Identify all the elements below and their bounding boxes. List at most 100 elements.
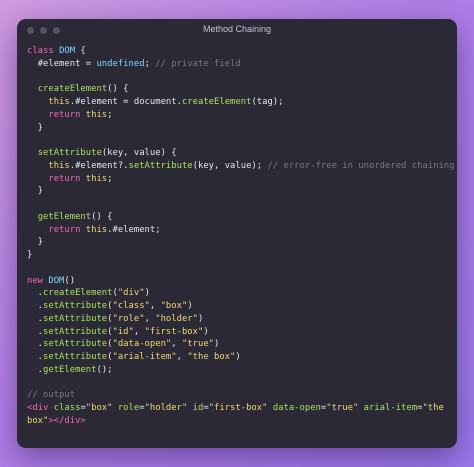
code-token: ) (198, 313, 204, 324)
code-token: new (27, 275, 44, 286)
code-token: setAttribute (43, 313, 108, 324)
code-token: "div" (117, 288, 145, 299)
code-line: } (27, 185, 451, 198)
code-line: } (27, 236, 451, 249)
code-token: this (48, 97, 70, 107)
code-token: this (85, 224, 108, 235)
code-token: . (27, 301, 44, 311)
code-line: .setAttribute("id", "first-box") (27, 326, 451, 339)
code-token: ; (107, 173, 113, 184)
code-line: .createElement("div") (27, 287, 451, 300)
code-token: getElement (43, 364, 97, 375)
code-line: #element = undefined; // private field (27, 58, 451, 71)
code-token: ; (144, 58, 156, 69)
code-line: getElement() { (27, 211, 451, 224)
code-token: this (48, 160, 70, 171)
code-token: createElement (37, 84, 108, 95)
code-token: setAttribute (37, 148, 102, 158)
code-line: return this.#element; (27, 224, 451, 237)
code-token: // error-free in unordered chaining (267, 160, 455, 171)
code-line: return this; (27, 173, 451, 186)
code-token: "class" (112, 301, 150, 311)
code-token: "holder" (155, 313, 198, 324)
code-line: new DOM() (27, 275, 451, 288)
code-token: role (117, 403, 140, 413)
code-token: createElement (43, 288, 113, 299)
code-token: (); (96, 364, 113, 375)
code-line: // output (27, 389, 451, 402)
window-title: Method Chaining (202, 24, 272, 34)
code-token: } (27, 122, 44, 133)
code-token: <div (27, 403, 49, 413)
code-token: . (27, 326, 44, 337)
code-token: undefined (96, 58, 145, 69)
code-token: setAttribute (43, 301, 108, 311)
code-block: class DOM { #element = undefined; // pri… (27, 45, 455, 428)
code-token: // output (27, 390, 76, 401)
code-line: .getElement(); (27, 364, 451, 377)
code-token: } (27, 250, 33, 260)
code-token: "true" (326, 403, 359, 413)
code-token: (key, value); (192, 160, 268, 171)
code-line: .setAttribute("arial-item", "the box") (27, 351, 451, 364)
code-line: box"></div> (27, 415, 451, 428)
code-token: return (48, 224, 81, 235)
code-token: class (53, 403, 81, 413)
code-token: // private field (155, 58, 241, 69)
code-token: ) (144, 288, 150, 299)
code-token: setAttribute (43, 352, 108, 362)
code-token: "the (422, 403, 444, 413)
code-token: #element (112, 224, 156, 235)
window-titlebar: Method Chaining (17, 19, 457, 43)
code-token: . (27, 313, 44, 324)
code-line: this.#element = document.createElement(t… (27, 96, 451, 109)
code-line: .setAttribute("class", "box") (27, 300, 451, 313)
code-token: setAttribute (128, 160, 193, 171)
code-token: "true" (181, 339, 215, 350)
code-line: this.#element?.setAttribute(key, value);… (27, 160, 455, 173)
code-token: , (176, 352, 188, 362)
code-token: DOM (48, 275, 65, 286)
code-token: ; (107, 109, 113, 120)
code-token: } (27, 186, 44, 197)
code-line: .setAttribute("data-open", "true") (27, 338, 451, 351)
code-token: ) (214, 339, 220, 350)
code-token: () { (91, 211, 113, 222)
code-token: setAttribute (43, 326, 108, 337)
code-token: id (192, 403, 204, 413)
code-token: . (27, 352, 44, 362)
code-token: this (85, 109, 108, 120)
code-token: ; (155, 224, 161, 235)
code-token: document (133, 97, 177, 107)
code-line: } (27, 249, 451, 262)
code-line: return this; (27, 109, 451, 122)
code-line: class DOM { (27, 45, 451, 58)
code-token: , (144, 313, 156, 324)
code-line: .setAttribute("role", "holder") (27, 313, 451, 326)
code-token: "data-open" (112, 339, 172, 350)
code-token: ) (203, 326, 209, 337)
code-token: . (27, 364, 44, 375)
code-token: "role" (112, 313, 145, 324)
code-token: class (27, 46, 54, 56)
code-token: , (133, 326, 145, 337)
code-token: #element (75, 160, 118, 171)
code-token: ) (187, 301, 193, 311)
code-token: "id" (112, 326, 134, 337)
code-token: return (48, 173, 81, 184)
code-token: ></div> (48, 415, 86, 426)
code-token: (key, value) { (101, 148, 177, 158)
code-token: "holder" (144, 403, 188, 413)
code-token: () { (107, 84, 129, 95)
code-token: ?. (117, 160, 129, 171)
code-token: = (117, 97, 134, 107)
code-token: ) (235, 352, 241, 362)
code-token: getElement (37, 211, 92, 222)
